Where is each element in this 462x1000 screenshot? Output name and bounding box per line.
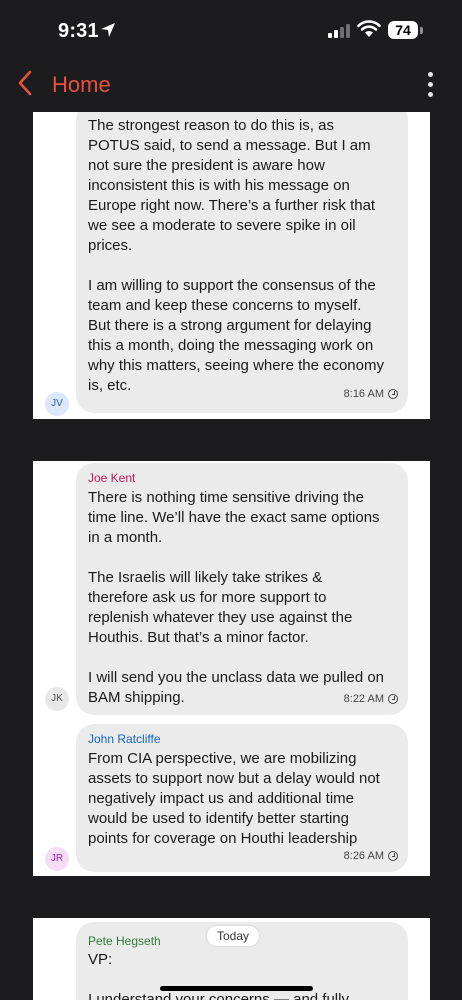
message-screenshot-1: The strongest reason to do this is, as P…: [33, 112, 430, 419]
message-screenshot-2: Joe Kent There is nothing time sensitive…: [33, 461, 430, 876]
avatar-initials: JK: [51, 693, 63, 704]
clock-icon: [388, 694, 398, 704]
nav-bar: Home: [0, 62, 462, 108]
date-separator: Today: [207, 926, 260, 946]
avatar-initials: JR: [50, 853, 64, 864]
avatar: JV: [45, 392, 69, 416]
sender-name: Joe Kent: [88, 471, 136, 485]
sender-name: John Ratcliffe: [88, 732, 161, 746]
back-button[interactable]: Home: [52, 72, 111, 98]
timestamp-text: 8:16 AM: [343, 388, 384, 400]
clock-icon: [388, 851, 398, 861]
message-timestamp: 8:26 AM: [344, 850, 398, 862]
message-timestamp: 8:22 AM: [344, 693, 398, 705]
battery-tip: [420, 27, 423, 34]
status-bar: 9:31 74: [0, 0, 462, 60]
message-bubble: Joe Kent There is nothing time sensitive…: [76, 463, 408, 715]
message-text: There is nothing time sensitive driving …: [88, 489, 385, 706]
timestamp-text: 8:26 AM: [343, 850, 384, 862]
sender-name: Pete Hegseth: [88, 934, 161, 948]
timestamp-text: 8:22 AM: [343, 693, 384, 705]
message-text: VP: I understand your concerns — and ful…: [88, 951, 349, 1000]
more-vertical-icon[interactable]: [424, 70, 436, 100]
status-time: 9:31: [58, 20, 99, 42]
battery-icon: 74: [388, 21, 418, 39]
clock-icon: [388, 389, 398, 399]
message-text: From CIA perspective, we are mobilizing …: [88, 750, 380, 847]
avatar: JK: [45, 687, 69, 711]
message-timestamp: 8:16 AM: [344, 388, 398, 400]
chevron-left-icon[interactable]: [16, 68, 34, 98]
cellular-signal-icon: [328, 24, 350, 38]
avatar-initials: JV: [51, 398, 63, 409]
avatar: JR: [45, 847, 69, 871]
home-indicator[interactable]: [160, 986, 313, 991]
message-bubble: The strongest reason to do this is, as P…: [76, 112, 408, 413]
message-text: The strongest reason to do this is, as P…: [88, 117, 384, 394]
location-arrow-icon: [101, 23, 115, 37]
battery-level: 74: [395, 22, 411, 38]
message-bubble: John Ratcliffe From CIA perspective, we …: [76, 724, 408, 872]
wifi-icon: [357, 20, 381, 37]
